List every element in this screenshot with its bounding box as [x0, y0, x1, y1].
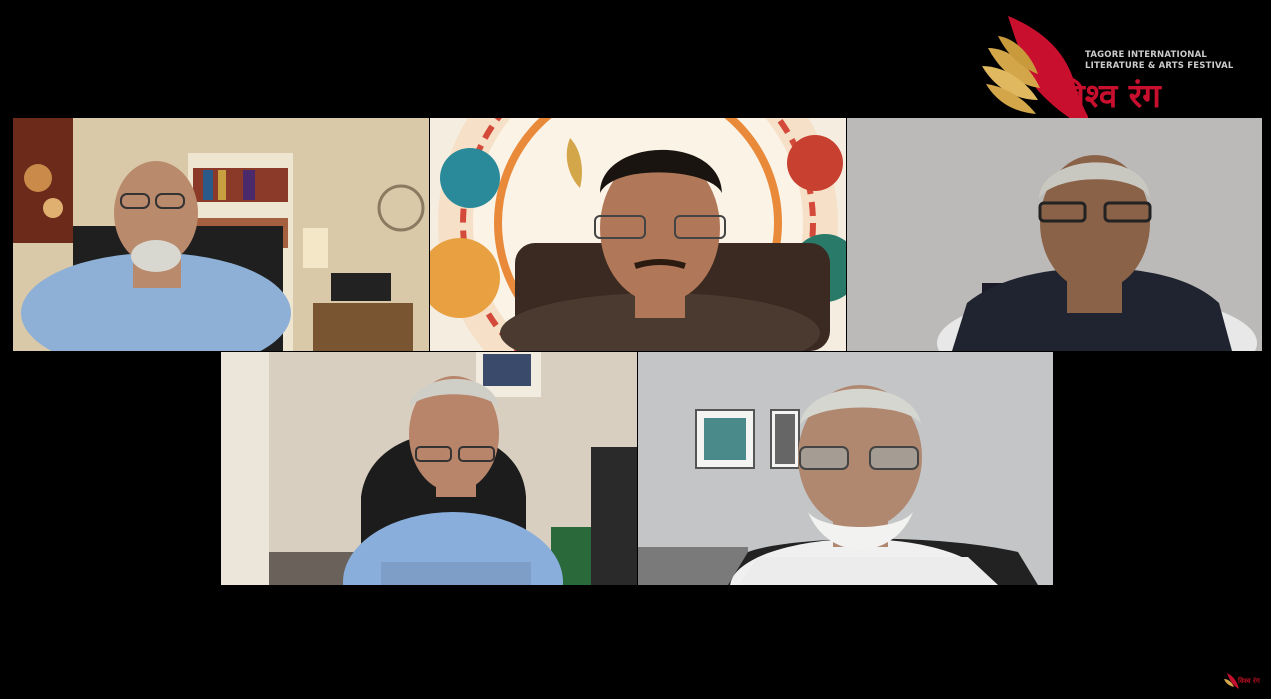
participant-tile-1[interactable]	[13, 118, 429, 351]
participant-tile-5[interactable]	[638, 352, 1053, 585]
participant-video-5	[638, 352, 1053, 585]
participant-tile-3[interactable]	[847, 118, 1262, 351]
participant-video-1	[13, 118, 429, 351]
corner-watermark-logo: विश्व रंग	[1224, 672, 1264, 692]
participant-video-2	[430, 118, 846, 351]
logo-subtitle-line2: LITERATURE & ARTS FESTIVAL	[1085, 61, 1234, 71]
participant-tile-2[interactable]	[430, 118, 846, 351]
participant-tile-4[interactable]	[221, 352, 637, 585]
logo-title: विश्व रंग	[1058, 76, 1161, 115]
corner-logo-title: विश्व रंग	[1238, 677, 1260, 685]
logo-subtitle-line1: TAGORE INTERNATIONAL	[1085, 50, 1207, 60]
participant-video-3	[847, 118, 1262, 351]
participant-video-4	[221, 352, 637, 585]
